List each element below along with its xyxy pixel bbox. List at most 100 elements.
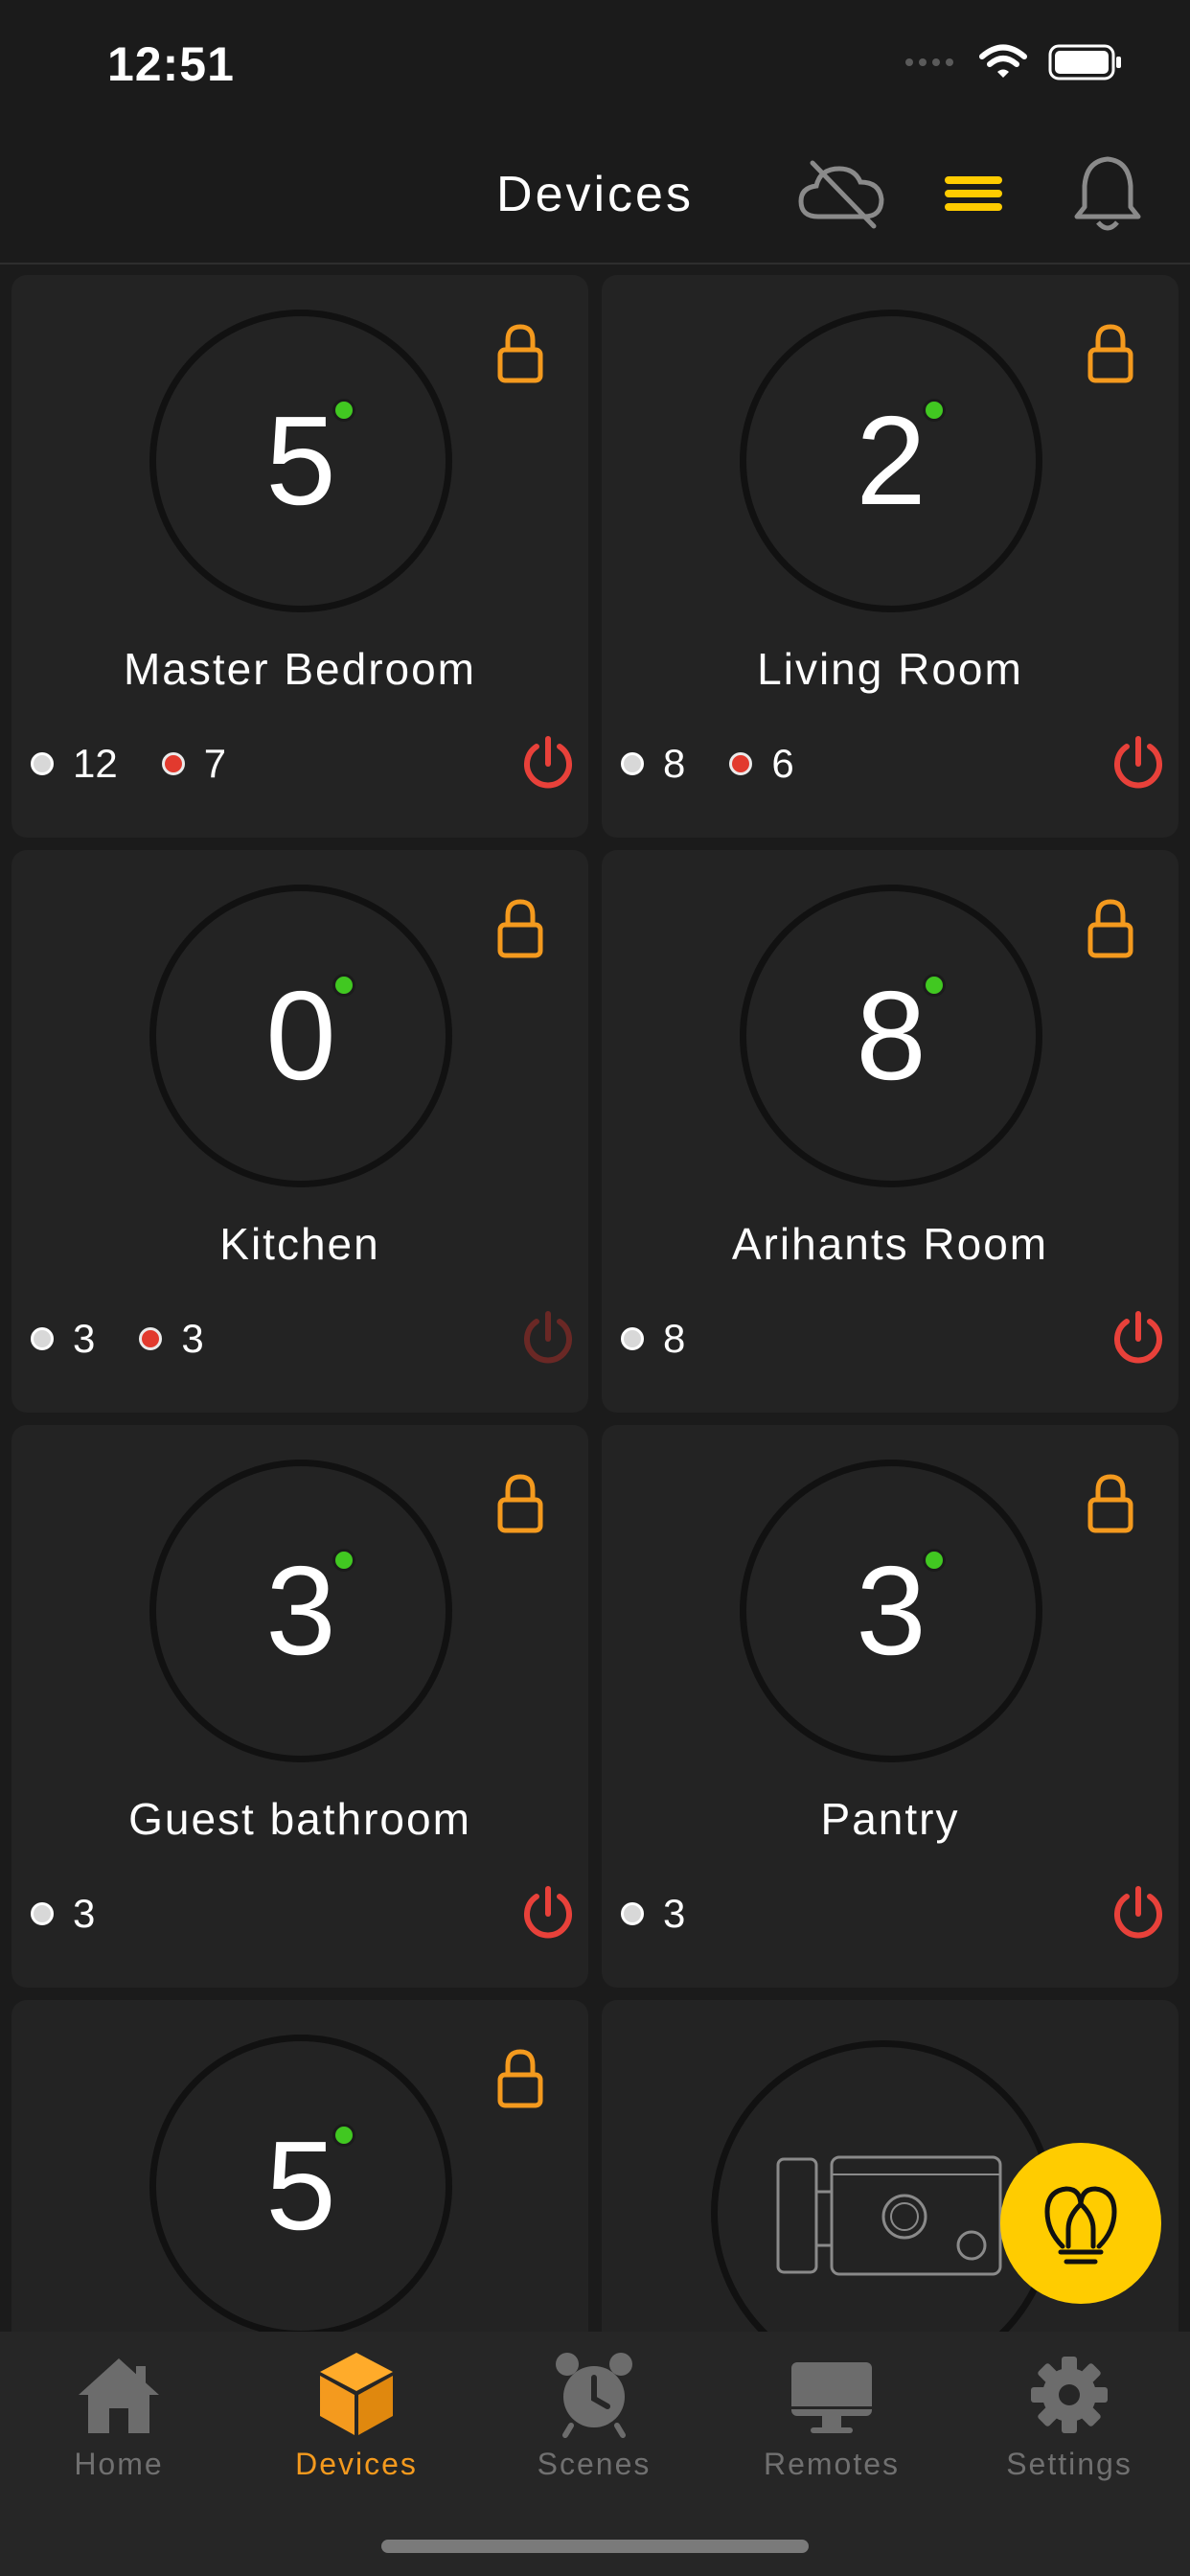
online-indicator [332,974,355,997]
online-indicator [332,1549,355,1572]
wifi-icon [979,44,1027,78]
room-card[interactable]: 3 Pantry 3 [602,1425,1179,1988]
room-name: Kitchen [219,1219,380,1269]
room-name: Pantry [820,1794,960,1844]
red-dot-icon [729,752,753,775]
power-icon[interactable] [1110,1885,1167,1943]
cube-icon [320,2353,393,2435]
lock-icon[interactable] [496,898,544,959]
alarm-clock-icon [556,2353,632,2438]
red-count: 7 [203,741,227,786]
device-count-dial: 2 [740,310,1042,612]
tab-label: Home [74,2447,164,2481]
lock-icon[interactable] [496,2048,544,2109]
red-count: 3 [181,1316,204,1361]
lock-icon[interactable] [1087,323,1134,384]
battery-icon [1048,44,1121,80]
white-count: 8 [663,1316,686,1361]
white-dot-icon [31,1902,54,1925]
device-count: 2 [856,390,927,531]
white-dot-icon [621,752,644,775]
white-count: 3 [663,1891,686,1936]
red-dot-icon [139,1327,163,1350]
device-grid: 5 Master Bedroom 12 7 2 Living Room 8 6 … [11,275,1179,2332]
device-count: 0 [265,965,336,1106]
device-count-dial: 3 [149,1460,452,1762]
device-count: 3 [265,1540,336,1681]
white-dot-icon [31,752,54,775]
cloud-off-icon[interactable] [795,153,887,230]
device-count: 3 [856,1540,927,1681]
room-name: Living Room [757,644,1023,694]
menu-icon[interactable] [943,174,1004,213]
camera-icon [776,2155,1002,2276]
online-indicator [923,1549,946,1572]
white-dot-icon [621,1327,644,1350]
tab-remotes[interactable]: Remotes [713,2345,950,2482]
lightbulbs-icon [1044,2186,1117,2265]
red-count: 6 [771,741,794,786]
tab-label: Remotes [763,2447,901,2481]
room-name: Guest bathroom [128,1794,471,1844]
tab-settings[interactable]: Settings [950,2345,1188,2482]
online-indicator [923,399,946,422]
status-icons [904,44,1123,80]
power-icon[interactable] [519,735,577,793]
tab-label: Settings [1006,2447,1133,2481]
device-stats: 8 [621,1316,729,1362]
monitor-icon [791,2362,872,2433]
device-count-dial: 5 [149,310,452,612]
power-icon[interactable] [519,1310,577,1368]
device-count: 5 [265,2115,336,2256]
white-count: 3 [73,1891,96,1936]
device-count: 5 [265,390,336,531]
tab-devices[interactable]: Devices [238,2345,475,2482]
red-dot-icon [161,752,185,775]
device-stats: 8 6 [621,741,838,787]
device-stats: 3 [621,1891,729,1937]
white-dot-icon [31,1327,54,1350]
lock-icon[interactable] [496,1473,544,1534]
page-title: Devices [496,167,694,222]
room-card[interactable]: 3 Guest bathroom 3 [11,1425,588,1988]
online-indicator [923,974,946,997]
quick-action-button[interactable] [1000,2143,1161,2304]
online-indicator [332,2124,355,2147]
white-dot-icon [621,1902,644,1925]
status-bar: 12:51 [0,0,1190,125]
tab-bar: Home Devices Scenes Remotes Settings [0,2332,1190,2576]
room-name: Arihants Room [731,1219,1049,1269]
device-stats: 3 [31,1891,139,1937]
lock-icon[interactable] [496,323,544,384]
room-card[interactable]: 5 Master Bedroom 12 7 [11,275,588,838]
device-count-dial: 0 [149,885,452,1187]
white-count: 3 [73,1316,96,1361]
tab-label: Devices [295,2447,418,2481]
app-header: Devices [0,125,1190,264]
device-count-dial: 3 [740,1460,1042,1762]
tab-scenes[interactable]: Scenes [475,2345,713,2482]
status-time: 12:51 [107,37,235,91]
tab-label: Scenes [537,2447,652,2481]
room-card[interactable]: 0 Kitchen 3 3 [11,850,588,1413]
lock-icon[interactable] [1087,1473,1134,1534]
signal-icon [905,58,953,66]
white-count: 12 [73,741,118,786]
home-indicator [381,2540,809,2553]
white-count: 8 [663,741,686,786]
room-card[interactable]: 8 Arihants Room 8 [602,850,1179,1413]
room-card[interactable]: 2 Living Room 8 6 [602,275,1179,838]
power-icon[interactable] [1110,735,1167,793]
device-stats: 3 3 [31,1316,248,1362]
device-stats: 12 7 [31,741,270,787]
power-icon[interactable] [519,1885,577,1943]
bell-icon[interactable] [1071,153,1144,236]
device-count-dial: 5 [149,2035,452,2332]
room-card[interactable]: 5 [11,2000,588,2332]
power-icon[interactable] [1110,1310,1167,1368]
online-indicator [332,399,355,422]
device-count: 8 [856,965,927,1106]
home-icon [79,2358,159,2433]
tab-home[interactable]: Home [0,2345,238,2482]
lock-icon[interactable] [1087,898,1134,959]
